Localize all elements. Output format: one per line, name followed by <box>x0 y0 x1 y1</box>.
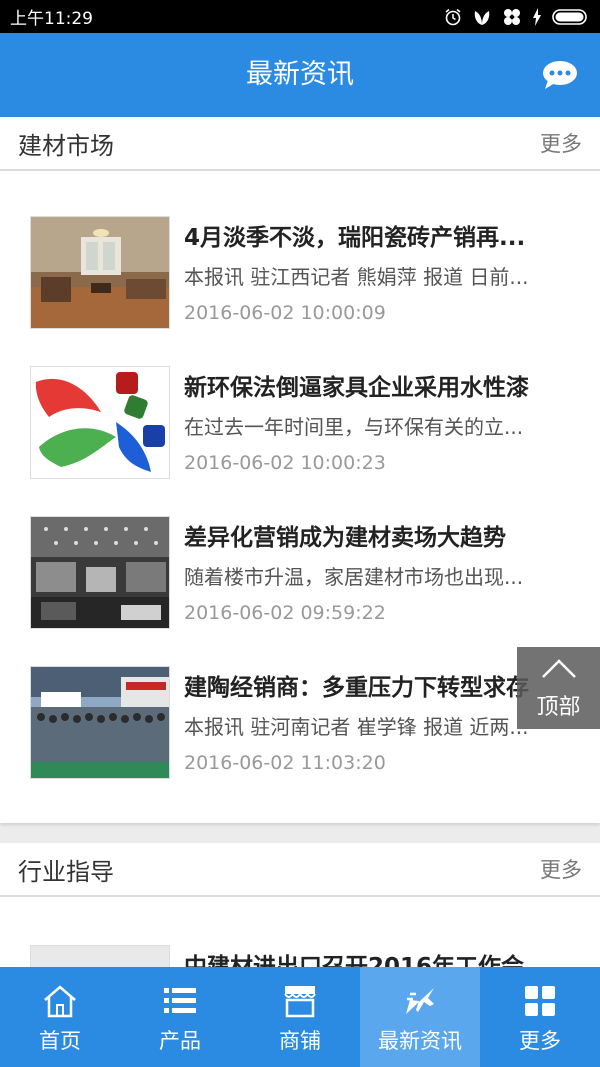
nav-item-more[interactable]: 更多 <box>480 967 600 1067</box>
nav-label: 首页 <box>39 1029 81 1053</box>
status-icons <box>444 7 590 27</box>
leaf-icon <box>472 8 492 26</box>
plane-icon <box>402 983 438 1019</box>
nav-item-home[interactable]: 首页 <box>0 967 120 1067</box>
nav-item-news[interactable]: 最新资讯 <box>360 967 480 1067</box>
news-thumbnail-group-photo <box>30 666 170 779</box>
list-icon <box>162 983 198 1019</box>
news-item[interactable]: 新环保法倒逼家具企业采用水性漆 在过去一年时间里，与环保有关的立... 2016… <box>0 366 600 484</box>
back-to-top-button[interactable]: 顶部 <box>517 647 600 729</box>
news-date: 2016-06-02 10:00:23 <box>184 452 386 474</box>
store-icon <box>282 983 318 1019</box>
chat-icon[interactable] <box>542 60 578 90</box>
news-date: 2016-06-02 11:03:20 <box>184 752 386 774</box>
news-title: 新环保法倒逼家具企业采用水性漆 <box>184 375 529 401</box>
bottom-nav: 首页 产品 商铺 最新资讯 更多 <box>0 967 600 1067</box>
nav-label: 更多 <box>519 1029 561 1053</box>
charging-icon <box>532 7 542 26</box>
news-item[interactable]: 差异化营销成为建材卖场大趋势 随着楼市升温，家居建材市场也出现... 2016-… <box>0 516 600 634</box>
news-title: 差异化营销成为建材卖场大趋势 <box>184 525 506 551</box>
nav-item-store[interactable]: 商铺 <box>240 967 360 1067</box>
section-header: 建材市场 更多 <box>0 117 600 171</box>
section-building-market: 建材市场 更多 4月淡季不淡，瑞阳瓷砖产销再... 本报讯 驻江西记者 熊娟萍 … <box>0 117 600 823</box>
nav-item-products[interactable]: 产品 <box>120 967 240 1067</box>
news-date: 2016-06-02 10:00:09 <box>184 302 386 324</box>
battery-icon <box>552 8 590 26</box>
chevron-up-icon <box>542 659 576 678</box>
news-item[interactable]: 4月淡季不淡，瑞阳瓷砖产销再... 本报讯 驻江西记者 熊娟萍 报道 日前...… <box>0 216 600 334</box>
alarm-icon <box>444 8 462 26</box>
section-header: 行业指导 更多 <box>0 843 600 897</box>
back-to-top-label: 顶部 <box>536 695 581 720</box>
status-time: 上午11:29 <box>10 9 93 29</box>
news-date: 2016-06-02 09:59:22 <box>184 602 386 624</box>
more-link[interactable]: 更多 <box>540 854 582 884</box>
app-header: 最新资讯 <box>0 33 600 117</box>
section-industry-guide: 行业指导 更多 中建材进出口召开2016年工作会 <box>0 843 600 1058</box>
section-title: 行业指导 <box>18 857 114 886</box>
news-thumbnail-living-room <box>30 216 170 329</box>
nav-label: 产品 <box>159 1029 201 1053</box>
more-link[interactable]: 更多 <box>540 128 582 158</box>
news-summary: 在过去一年时间里，与环保有关的立... <box>184 415 524 439</box>
nav-label: 商铺 <box>279 1029 321 1053</box>
news-thumbnail-showroom <box>30 516 170 629</box>
grid-icon <box>523 983 557 1019</box>
news-summary: 随着楼市升温，家居建材市场也出现... <box>184 565 524 589</box>
section-title: 建材市场 <box>18 131 114 160</box>
news-summary: 本报讯 驻江西记者 熊娟萍 报道 日前... <box>184 265 529 289</box>
news-title: 4月淡季不淡，瑞阳瓷砖产销再... <box>184 225 526 251</box>
news-thumbnail-paint <box>30 366 170 479</box>
fan-icon <box>502 7 522 27</box>
home-icon <box>42 983 78 1019</box>
page-title: 最新资讯 <box>246 59 354 90</box>
news-item[interactable]: 建陶经销商：多重压力下转型求存 本报讯 驻河南记者 崔学锋 报道 近两... 2… <box>0 666 600 784</box>
status-bar: 上午11:29 <box>0 0 600 33</box>
nav-label: 最新资讯 <box>378 1029 462 1053</box>
